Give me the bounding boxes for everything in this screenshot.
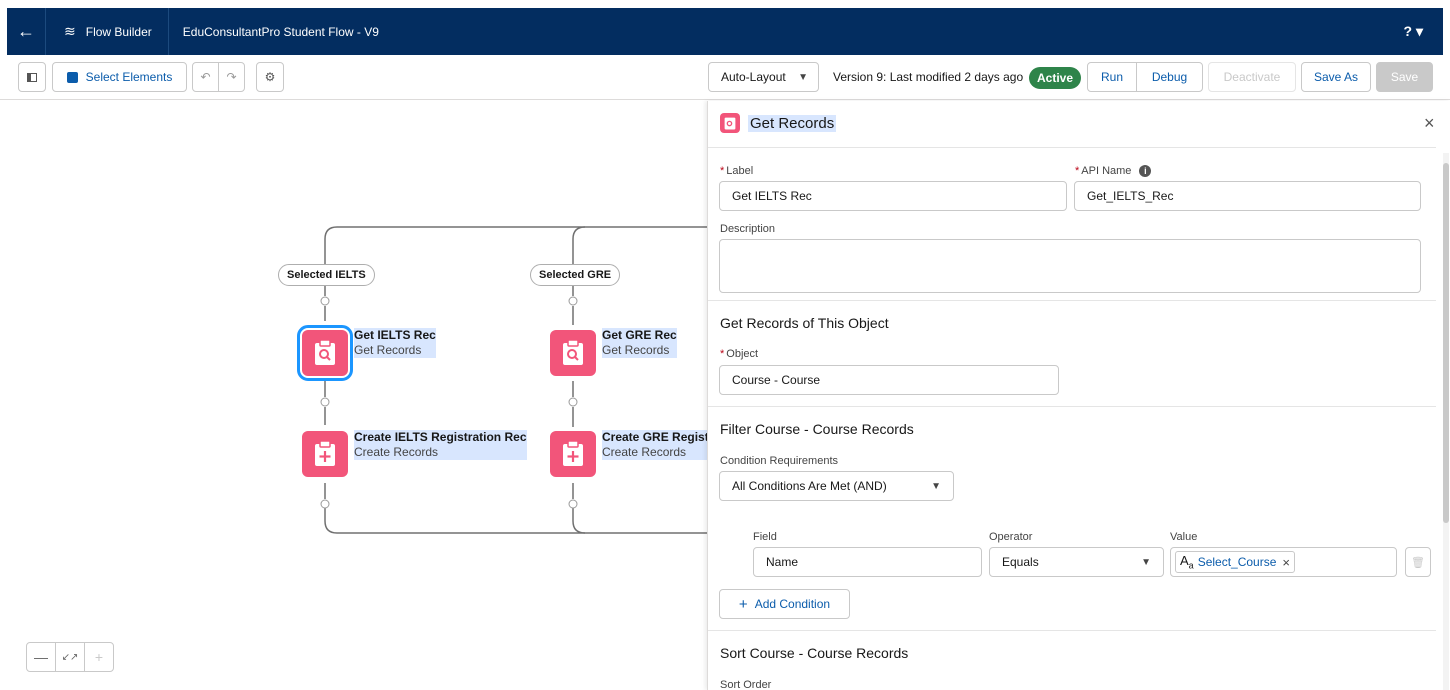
debug-button[interactable]: Debug	[1136, 62, 1203, 92]
help-menu[interactable]: ? ▾	[1404, 23, 1423, 40]
create-gre-label: Create GRE Regist Create Records	[602, 430, 707, 460]
collapse-icon: ↙↗	[61, 651, 79, 663]
object-field-label: * Object	[720, 348, 759, 360]
redo-button[interactable]: ↷	[218, 62, 245, 92]
get-records-icon	[720, 113, 740, 133]
scrollbar-thumb[interactable]	[1443, 163, 1449, 523]
chevron-down-icon: ▼	[798, 71, 808, 83]
toggle-panel-button[interactable]	[18, 62, 46, 92]
remove-icon[interactable]: ×	[1282, 555, 1290, 570]
select-icon	[66, 71, 78, 83]
create-gre-node[interactable]	[550, 431, 596, 477]
panel-icon	[27, 72, 37, 82]
object-section-title: Get Records of This Object	[720, 315, 889, 331]
divider	[708, 300, 1436, 301]
sort-section-title: Sort Course - Course Records	[720, 645, 909, 661]
text-type-icon: Aa	[1180, 553, 1194, 571]
undo-button[interactable]: ↶	[192, 62, 219, 92]
save-as-button[interactable]: Save As	[1301, 62, 1371, 92]
gear-icon: ⚙	[264, 70, 276, 84]
flow-title: EduConsultantPro Student Flow - V9	[182, 24, 379, 39]
zoom-controls: — ↙↗ +	[26, 642, 114, 672]
create-records-icon	[563, 441, 583, 466]
get-records-icon	[563, 340, 583, 365]
undo-icon: ↶	[200, 70, 211, 84]
app-name: ≋ Flow Builder	[46, 8, 168, 55]
label-field-label: * Label	[720, 165, 754, 177]
object-lookup[interactable]: Course - Course	[719, 365, 1059, 395]
create-ielts-label: Create IELTS Registration Rec Create Rec…	[354, 430, 527, 460]
sort-order-label: Sort Order	[720, 679, 772, 690]
condition-operator-select[interactable]: Equals ▼	[989, 547, 1164, 577]
divider	[708, 406, 1436, 407]
get-ielts-node[interactable]	[297, 325, 353, 381]
get-gre-node[interactable]	[550, 330, 596, 376]
branch-label-ielts[interactable]: Selected IELTS	[278, 264, 375, 286]
label-input[interactable]: Get IELTS Rec	[719, 181, 1067, 211]
condition-value-input[interactable]: Aa Select_Course ×	[1170, 547, 1397, 577]
fit-view-button[interactable]: ↙↗	[56, 643, 85, 671]
condition-requirements-select[interactable]: All Conditions Are Met (AND) ▼	[719, 471, 954, 501]
plus-icon: +	[94, 649, 104, 665]
deactivate-button[interactable]: Deactivate	[1208, 62, 1296, 92]
select-elements-button[interactable]: Select Elements	[52, 62, 187, 92]
redo-icon: ↷	[226, 70, 237, 84]
api-name-input[interactable]: Get_IELTS_Rec	[1074, 181, 1421, 211]
field-column-header: Field	[753, 531, 777, 543]
chevron-down-icon: ▼	[1141, 556, 1151, 568]
back-button[interactable]: ←	[7, 21, 45, 42]
layout-select[interactable]: Auto-Layout ▼	[708, 62, 819, 92]
branch-label-gre[interactable]: Selected GRE	[530, 264, 621, 286]
panel-title: Get Records	[748, 115, 837, 132]
arrow-left-icon: ←	[17, 21, 35, 41]
operator-column-header: Operator	[989, 531, 1033, 543]
condition-requirements-label: Condition Requirements	[720, 455, 839, 467]
add-condition-button[interactable]: + Add Condition	[719, 589, 850, 619]
info-icon[interactable]: i	[1139, 165, 1152, 177]
zoom-out-button[interactable]: —	[27, 643, 56, 671]
get-gre-label: Get GRE Rec Get Records	[602, 328, 677, 358]
get-records-icon	[315, 340, 335, 365]
trash-icon: 🗑	[1411, 556, 1425, 569]
get-ielts-label: Get IELTS Rec Get Records	[354, 328, 436, 358]
app-name-label: Flow Builder	[85, 24, 152, 39]
top-bar: ← ≋ Flow Builder EduConsultantPro Studen…	[0, 0, 1450, 55]
run-button[interactable]: Run	[1087, 62, 1137, 92]
flow-icon: ≋	[64, 23, 76, 39]
divider	[708, 630, 1436, 631]
api-name-field-label: * API Name i	[1075, 165, 1152, 177]
close-icon: ×	[1424, 113, 1435, 133]
description-label: Description	[720, 223, 776, 235]
description-textarea[interactable]	[719, 239, 1421, 293]
condition-field-input[interactable]: Name	[753, 547, 982, 577]
divider	[708, 147, 1436, 148]
filter-section-title: Filter Course - Course Records	[720, 421, 914, 437]
value-column-header: Value	[1170, 531, 1198, 543]
text-resource-pill[interactable]: Aa Select_Course ×	[1175, 551, 1295, 573]
scrollbar[interactable]	[1443, 153, 1449, 690]
zoom-in-button[interactable]: +	[85, 643, 113, 671]
delete-condition-button[interactable]: 🗑	[1405, 547, 1431, 577]
save-button[interactable]: Save	[1376, 62, 1433, 92]
close-button[interactable]: ×	[1424, 113, 1435, 134]
flow-canvas[interactable]: Selected IELTS Selected GRE Get IELTS Re…	[0, 101, 707, 690]
nav-bar: ← ≋ Flow Builder EduConsultantPro Studen…	[7, 8, 1443, 55]
minus-icon: —	[34, 649, 48, 665]
version-text: Version 9: Last modified 2 days ago	[833, 70, 1024, 84]
chevron-down-icon: ▼	[931, 480, 941, 492]
status-badge: Active	[1029, 67, 1082, 89]
plus-icon: +	[738, 595, 748, 613]
settings-button[interactable]: ⚙	[256, 62, 284, 92]
properties-panel: Get Records × * Label Get IELTS Rec * API …	[707, 101, 1450, 690]
connector-lines	[320, 226, 707, 534]
create-records-icon	[315, 441, 335, 466]
create-ielts-node[interactable]	[302, 431, 348, 477]
